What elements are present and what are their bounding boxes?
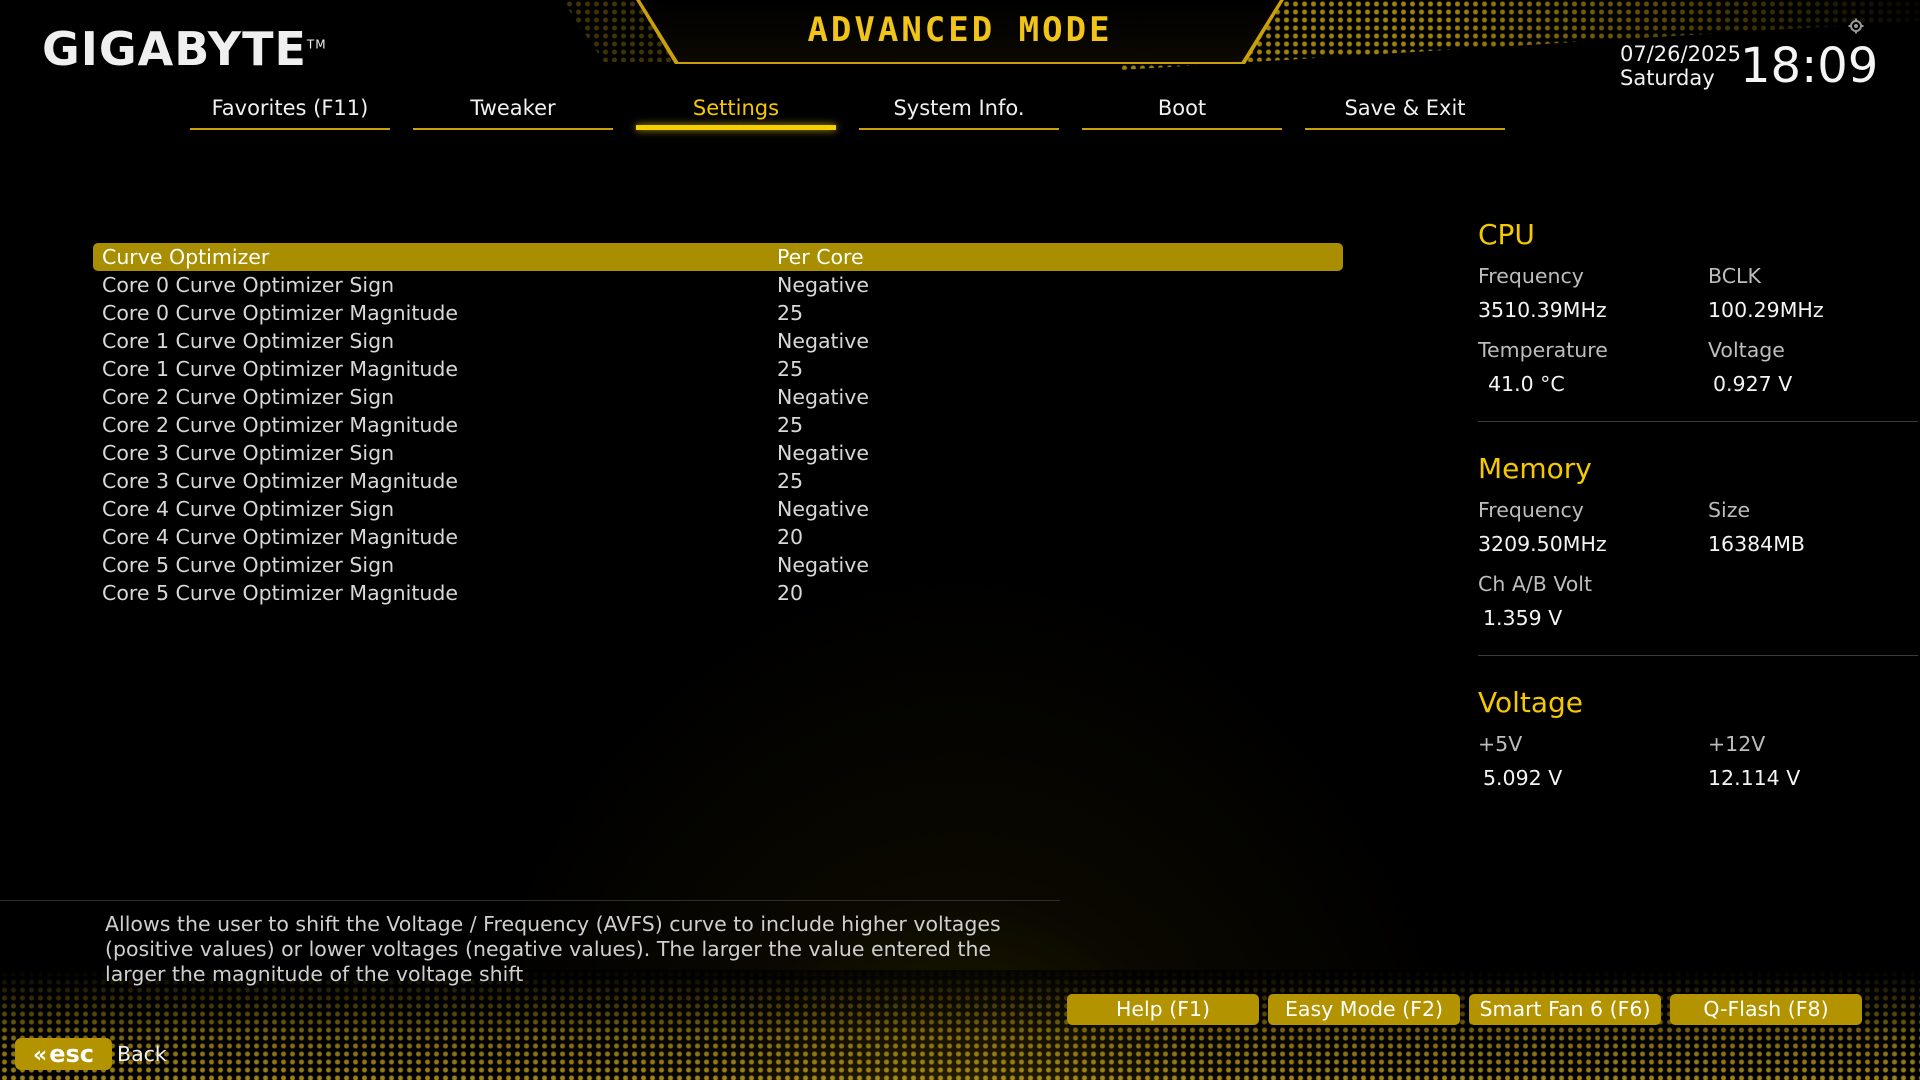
voltage-title: Voltage [1478, 686, 1584, 719]
setting-label: Core 2 Curve Optimizer Magnitude [102, 413, 458, 437]
empty-cell [1708, 567, 1908, 601]
setting-row-core5-magnitude[interactable]: Core 5 Curve Optimizer Magnitude 20 [93, 579, 1343, 607]
cpu-bclk-label: BCLK [1708, 264, 1761, 288]
tab-favorites[interactable]: Favorites (F11) [190, 96, 390, 130]
cpu-title: CPU [1478, 218, 1535, 251]
setting-label: Core 0 Curve Optimizer Magnitude [102, 301, 458, 325]
help-button[interactable]: Help (F1) [1067, 994, 1259, 1025]
setting-row-core1-sign[interactable]: Core 1 Curve Optimizer Sign Negative [93, 327, 1343, 355]
setting-label: Core 1 Curve Optimizer Sign [102, 329, 395, 353]
setting-value[interactable]: Per Core [777, 243, 864, 271]
setting-row-core0-sign[interactable]: Core 0 Curve Optimizer Sign Negative [93, 271, 1343, 299]
setting-row-core4-magnitude[interactable]: Core 4 Curve Optimizer Magnitude 20 [93, 523, 1343, 551]
setting-row-curve-optimizer[interactable]: Curve Optimizer Per Core [93, 243, 1343, 271]
cpu-voltage-value: 0.927 V [1713, 372, 1793, 396]
setting-value[interactable]: 25 [777, 467, 803, 495]
setting-row-core2-sign[interactable]: Core 2 Curve Optimizer Sign Negative [93, 383, 1343, 411]
main-tabs: Favorites (F11) Tweaker Settings System … [190, 96, 1505, 130]
clock: 18:09 [1740, 38, 1879, 94]
bios-screen: GIGABYTETM ADVANCED MODE 07/26/2025 Satu… [0, 0, 1920, 1080]
voltage-section: Voltage +5V +12V 5.092 V 12.114 V [1478, 686, 1918, 801]
tab-save-exit[interactable]: Save & Exit [1305, 96, 1505, 130]
cpu-bclk-value: 100.29MHz [1708, 298, 1824, 322]
setting-value[interactable]: 25 [777, 299, 803, 327]
setting-label: Core 3 Curve Optimizer Magnitude [102, 469, 458, 493]
tab-boot[interactable]: Boot [1082, 96, 1282, 130]
setting-value[interactable]: Negative [777, 551, 869, 579]
memory-chab-volt-value: 1.359 V [1483, 606, 1563, 630]
memory-frequency-value: 3209.50MHz [1478, 532, 1607, 556]
setting-row-core5-sign[interactable]: Core 5 Curve Optimizer Sign Negative [93, 551, 1343, 579]
setting-row-core1-magnitude[interactable]: Core 1 Curve Optimizer Magnitude 25 [93, 355, 1343, 383]
setting-value[interactable]: Negative [777, 495, 869, 523]
setting-label: Core 4 Curve Optimizer Sign [102, 497, 395, 521]
date-text: 07/26/2025 [1620, 42, 1742, 66]
tab-system-info[interactable]: System Info. [859, 96, 1059, 130]
voltage-12v-label: +12V [1708, 732, 1766, 756]
memory-title: Memory [1478, 452, 1592, 485]
tab-tweaker[interactable]: Tweaker [413, 96, 613, 130]
setting-row-core3-sign[interactable]: Core 3 Curve Optimizer Sign Negative [93, 439, 1343, 467]
setting-label: Core 5 Curve Optimizer Magnitude [102, 581, 458, 605]
setting-value[interactable]: Negative [777, 439, 869, 467]
mode-title: ADVANCED MODE [807, 10, 1113, 50]
cpu-frequency-label: Frequency [1478, 264, 1584, 288]
setting-row-core4-sign[interactable]: Core 4 Curve Optimizer Sign Negative [93, 495, 1343, 523]
gear-icon[interactable] [1848, 18, 1864, 34]
section-divider [1478, 655, 1918, 656]
voltage-5v-value: 5.092 V [1483, 766, 1563, 790]
memory-section: Memory Frequency Size 3209.50MHz 16384MB… [1478, 452, 1918, 656]
memory-size-label: Size [1708, 498, 1751, 522]
setting-value[interactable]: Negative [777, 271, 869, 299]
cpu-voltage-label: Voltage [1708, 338, 1785, 362]
esc-label: esc [49, 1040, 94, 1068]
setting-label: Core 4 Curve Optimizer Magnitude [102, 525, 458, 549]
setting-value[interactable]: 25 [777, 411, 803, 439]
cpu-section: CPU Frequency BCLK 3510.39MHz 100.29MHz … [1478, 218, 1918, 422]
gigabyte-logo: GIGABYTETM [42, 22, 327, 76]
memory-size-value: 16384MB [1708, 532, 1805, 556]
setting-label: Core 5 Curve Optimizer Sign [102, 553, 395, 577]
voltage-5v-label: +5V [1478, 732, 1523, 756]
setting-row-core3-magnitude[interactable]: Core 3 Curve Optimizer Magnitude 25 [93, 467, 1343, 495]
help-divider [0, 900, 1060, 901]
cpu-frequency-value: 3510.39MHz [1478, 298, 1607, 322]
setting-label: Core 3 Curve Optimizer Sign [102, 441, 395, 465]
setting-label: Core 1 Curve Optimizer Magnitude [102, 357, 458, 381]
double-chevron-left-icon: « [32, 1043, 48, 1068]
date-display: 07/26/2025 Saturday [1620, 42, 1741, 90]
section-divider [1478, 421, 1918, 422]
setting-row-core0-magnitude[interactable]: Core 0 Curve Optimizer Magnitude 25 [93, 299, 1343, 327]
setting-value[interactable]: 20 [777, 523, 803, 551]
function-key-buttons: Help (F1) Easy Mode (F2) Smart Fan 6 (F6… [1067, 994, 1862, 1025]
setting-value[interactable]: 25 [777, 355, 803, 383]
esc-button[interactable]: «esc [15, 1038, 112, 1070]
help-description: Allows the user to shift the Voltage / F… [105, 912, 1001, 986]
easy-mode-button[interactable]: Easy Mode (F2) [1268, 994, 1460, 1025]
voltage-12v-value: 12.114 V [1708, 766, 1801, 790]
back-label[interactable]: Back [117, 1042, 167, 1066]
settings-list: Curve Optimizer Per Core Core 0 Curve Op… [93, 243, 1343, 607]
setting-label: Curve Optimizer [102, 245, 270, 269]
empty-cell [1708, 601, 1908, 641]
setting-row-core2-magnitude[interactable]: Core 2 Curve Optimizer Magnitude 25 [93, 411, 1343, 439]
cpu-temperature-value: 41.0 °C [1488, 372, 1565, 396]
memory-chab-volt-label: Ch A/B Volt [1478, 572, 1593, 596]
hardware-info-panel: CPU Frequency BCLK 3510.39MHz 100.29MHz … [1478, 218, 1918, 801]
tab-settings[interactable]: Settings [636, 96, 836, 130]
setting-value[interactable]: Negative [777, 327, 869, 355]
cpu-temperature-label: Temperature [1478, 338, 1608, 362]
memory-frequency-label: Frequency [1478, 498, 1584, 522]
setting-value[interactable]: 20 [777, 579, 803, 607]
setting-label: Core 2 Curve Optimizer Sign [102, 385, 395, 409]
q-flash-button[interactable]: Q-Flash (F8) [1670, 994, 1862, 1025]
setting-label: Core 0 Curve Optimizer Sign [102, 273, 395, 297]
smart-fan-button[interactable]: Smart Fan 6 (F6) [1469, 994, 1661, 1025]
setting-value[interactable]: Negative [777, 383, 869, 411]
weekday-text: Saturday [1620, 66, 1715, 90]
